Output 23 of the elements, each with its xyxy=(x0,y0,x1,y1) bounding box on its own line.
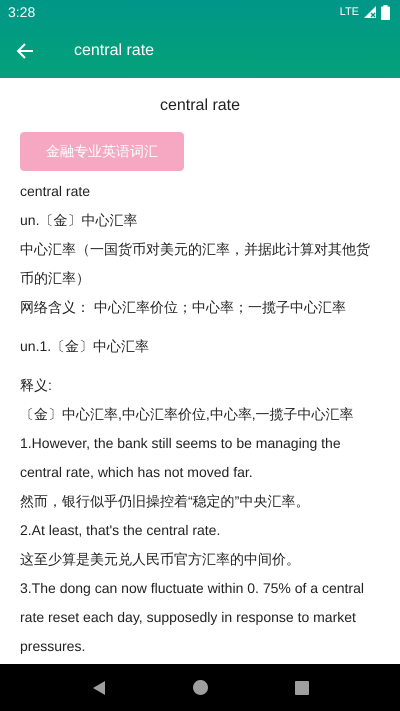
signal-icon xyxy=(363,5,377,19)
back-icon[interactable] xyxy=(16,42,34,60)
network-type: LTE xyxy=(340,4,359,20)
definition-text: 〔金〕中心汇率,中心汇率价位,中心率,一揽子中心汇率 xyxy=(20,405,355,424)
definition-text: 释义: xyxy=(20,376,53,395)
definition-text: 3.The dong can now fluctuate within 0. 75% of a central rate reset each day, supposedly in response to market pressures. xyxy=(20,579,365,656)
definition-text: 1.However, the bank still seems to be managing the central rate, which has not moved far. xyxy=(20,434,342,482)
home-nav-icon[interactable] xyxy=(192,680,208,695)
category-button[interactable]: 金融专业英语词汇 xyxy=(20,132,184,171)
word-heading: central rate xyxy=(158,96,242,116)
definition-text: 然而，银行似乎仍旧操控着“稳定的”中央汇率。 xyxy=(20,492,310,511)
battery-icon xyxy=(381,4,390,20)
definition-text: central rate xyxy=(20,182,92,201)
status-time: 3:28 xyxy=(8,2,36,22)
definition-text: 网络含义： 中心汇率价位；中心率；一揽子中心汇率 xyxy=(20,298,347,317)
definition-text: un.〔金〕中心汇率 xyxy=(20,211,138,230)
app-bar-title: central rate xyxy=(74,41,154,61)
definition-text: 这至少算是美元兑人民币官方汇率的中间价。 xyxy=(20,550,301,569)
definition-text: un.1.〔金〕中心汇率 xyxy=(20,337,150,356)
recents-nav-icon[interactable] xyxy=(294,680,308,694)
definition-text: 中心汇率（一国货币对美元的汇率，并据此计算对其他货币的汇率） xyxy=(20,240,371,288)
back-nav-icon[interactable] xyxy=(92,680,106,696)
definition-text: 2.At least, that's the central rate. xyxy=(20,521,222,540)
